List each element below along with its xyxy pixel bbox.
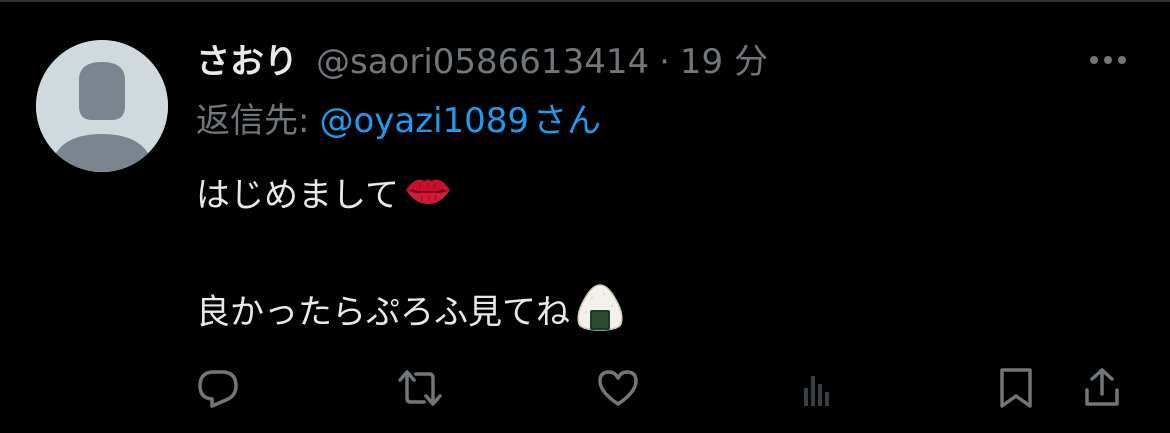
- like-button[interactable]: [590, 360, 646, 416]
- tweet-text-content: はじめまして: [196, 175, 399, 216]
- bookmark-icon: [1000, 368, 1032, 408]
- kiss-lips-emoji-icon: [403, 170, 453, 224]
- action-bar: [196, 360, 1138, 416]
- retweet-button[interactable]: [392, 360, 448, 416]
- separator-dot: ·: [659, 42, 670, 82]
- timestamp[interactable]: 19 分: [680, 36, 768, 88]
- rice-ball-emoji-icon: [574, 282, 626, 346]
- share-button[interactable]: [1074, 360, 1130, 416]
- default-profile-avatar-icon: [36, 40, 168, 172]
- top-divider: [0, 0, 1170, 2]
- author-handle[interactable]: @saori0586613414: [316, 36, 649, 88]
- views-button[interactable]: [788, 360, 844, 416]
- share-icon: [1085, 368, 1119, 406]
- tweet-text-content: 良かったらぷろふ見てね: [196, 292, 570, 333]
- reply-prefix: 返信先:: [196, 101, 310, 141]
- reply-button[interactable]: [190, 360, 246, 416]
- retweet-icon: [398, 370, 442, 406]
- reply-suffix: さん: [533, 101, 602, 141]
- tweet-text-line: はじめまして: [196, 170, 1096, 224]
- avatar[interactable]: [36, 40, 168, 172]
- author-display-name[interactable]: さおり: [196, 36, 298, 88]
- more-dots-icon: [1090, 56, 1126, 64]
- heart-icon: [598, 370, 638, 406]
- more-options-button[interactable]: [1082, 40, 1134, 80]
- tweet-header: さおり @saori0586613414 · 19 分: [196, 36, 768, 88]
- reply-context: 返信先: @oyazi1089 さん: [196, 96, 601, 146]
- tweet-text-line: 良かったらぷろふ見てね: [196, 282, 1096, 346]
- reply-to-handle-link[interactable]: @oyazi1089: [319, 101, 529, 141]
- bookmark-button[interactable]: [988, 360, 1044, 416]
- analytics-icon: [804, 376, 829, 406]
- reply-icon: [198, 370, 238, 408]
